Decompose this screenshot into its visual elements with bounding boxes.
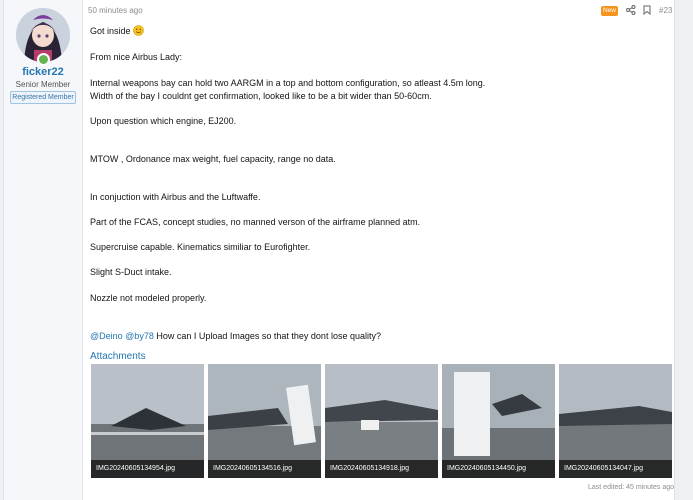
attachment-thumbnail[interactable]: IMG20240605134954.jpg (91, 364, 204, 478)
post-paragraph: @Deino @by78 How can I Upload Images so … (90, 331, 660, 342)
new-badge: New (601, 6, 618, 16)
bookmark-icon[interactable] (643, 5, 651, 15)
post-paragraph: In conjuction with Airbus and the Luftwa… (90, 192, 261, 202)
attachments-title: Attachments (90, 351, 146, 362)
post-number[interactable]: #23 (659, 6, 672, 15)
post-paragraph: Nozzle not modeled properly. (90, 293, 207, 303)
post-paragraph: Got inside (90, 25, 660, 37)
mention-link[interactable]: @by78 (125, 331, 154, 341)
post-text: How can I Upload Images so that they don… (156, 331, 381, 341)
last-edited: Last edited: 45 minutes ago (588, 484, 675, 491)
post-paragraph: Slight S-Duct intake. (90, 267, 172, 277)
attachment-thumbnail[interactable]: IMG20240605134047.jpg (559, 364, 672, 478)
post-text: Got inside (90, 26, 131, 36)
attachment-filename: IMG20240605134450.jpg (442, 460, 555, 478)
attachment-filename: IMG20240605134918.jpg (325, 460, 438, 478)
post-paragraph: Supercruise capable. Kinematics similiar… (90, 242, 311, 252)
attachment-thumbnail[interactable]: IMG20240605134516.jpg (208, 364, 321, 478)
share-icon[interactable] (626, 5, 636, 15)
smile-icon (133, 25, 144, 36)
attachment-filename: IMG20240605134954.jpg (91, 460, 204, 478)
post-paragraph: MTOW , Ordonance max weight, fuel capaci… (90, 154, 336, 164)
post-body: Got inside From nice Airbus Lady: Intern… (90, 25, 660, 342)
attachment-thumbnail[interactable]: IMG20240605134450.jpg (442, 364, 555, 478)
user-banner: Registered Member (10, 91, 76, 104)
mention-link[interactable]: @Deino (90, 331, 123, 341)
attachments-list: IMG20240605134954.jpg IMG20240605134516.… (91, 364, 673, 478)
attachment-filename: IMG20240605134516.jpg (208, 460, 321, 478)
post-paragraph: Upon question which engine, EJ200. (90, 116, 237, 126)
post-paragraph: From nice Airbus Lady: (90, 52, 183, 62)
attachment-thumbnail[interactable]: IMG20240605134918.jpg (325, 364, 438, 478)
username[interactable]: ficker22 (4, 66, 82, 78)
online-indicator-icon (37, 53, 50, 66)
attachment-filename: IMG20240605134047.jpg (559, 460, 672, 478)
post-time[interactable]: 50 minutes ago (88, 6, 143, 15)
post-paragraph: Width of the bay I couldnt get confirmat… (90, 91, 432, 101)
user-title: Senior Member (15, 80, 71, 89)
user-column: ficker22 Senior Member Registered Member (4, 0, 83, 500)
post-paragraph: Part of the FCAS, concept studies, no ma… (90, 217, 421, 227)
post-paragraph: Internal weapons bay can hold two AARGM … (90, 78, 486, 88)
post-container: ficker22 Senior Member Registered Member… (3, 0, 675, 500)
